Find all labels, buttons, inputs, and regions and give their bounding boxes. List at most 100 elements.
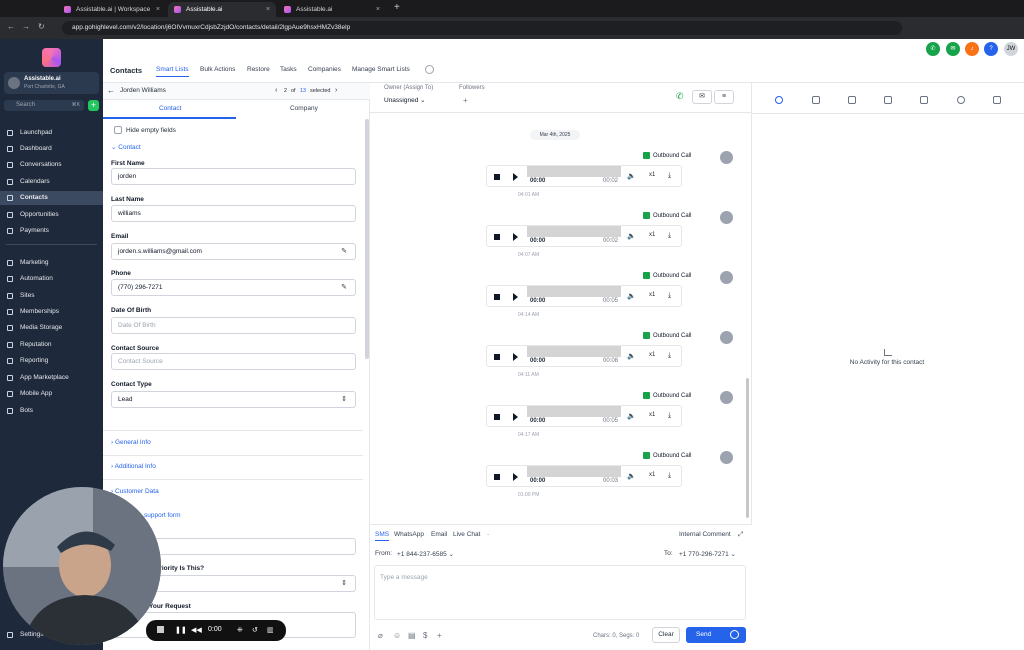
- dollar-icon[interactable]: $: [423, 631, 427, 640]
- speed-button[interactable]: x1: [649, 412, 655, 418]
- stop-icon[interactable]: [494, 234, 500, 240]
- volume-icon[interactable]: 🔈: [627, 412, 636, 420]
- attachment-icon[interactable]: ⌀: [378, 631, 383, 640]
- sidebar-item-dashboard[interactable]: Dashboard: [0, 142, 103, 156]
- sidebar-item-calendars[interactable]: Calendars: [0, 175, 103, 189]
- play-icon[interactable]: [513, 353, 518, 361]
- phone-field[interactable]: (770) 296-7271 ✎: [111, 279, 356, 296]
- internal-comment-tab[interactable]: Internal Comment: [679, 531, 731, 538]
- speed-button[interactable]: x1: [649, 352, 655, 358]
- browser-tab[interactable]: Assistable.ai ×: [168, 2, 276, 17]
- dob-field[interactable]: Date Of Birth: [111, 317, 356, 334]
- sidebar-item-media-storage[interactable]: Media Storage: [0, 321, 103, 335]
- stop-icon[interactable]: [494, 174, 500, 180]
- browser-tab[interactable]: Assistable.ai ×: [278, 2, 386, 17]
- section-customer-data[interactable]: › Customer Data: [111, 488, 159, 495]
- stop-icon[interactable]: [494, 474, 500, 480]
- sidebar-item-automation[interactable]: Automation: [0, 272, 103, 286]
- volume-icon[interactable]: 🔈: [627, 352, 636, 360]
- workflow-icon[interactable]: [993, 96, 1001, 104]
- pencil-icon[interactable]: ✎: [341, 280, 347, 295]
- progress-bar[interactable]: [527, 346, 621, 357]
- url-field[interactable]: app.gohighlevel.com/v2/location/j6OIVvmu…: [62, 21, 902, 35]
- gear-icon[interactable]: [425, 65, 434, 74]
- restart-icon[interactable]: ↺: [252, 626, 258, 634]
- phone-icon[interactable]: ✆: [676, 91, 684, 102]
- contact-source-field[interactable]: Contact Source: [111, 353, 356, 370]
- next-icon[interactable]: ›: [335, 87, 337, 94]
- sidebar-item-reporting[interactable]: Reporting: [0, 354, 103, 368]
- scrollbar[interactable]: [746, 378, 749, 518]
- tasks-icon[interactable]: [812, 96, 820, 104]
- more-tabs[interactable]: ·: [487, 531, 489, 538]
- contact-type-select[interactable]: Lead ⇕: [111, 391, 356, 408]
- sidebar-item-reputation[interactable]: Reputation: [0, 338, 103, 352]
- volume-icon[interactable]: 🔈: [627, 232, 636, 240]
- quick-add-button[interactable]: +: [88, 100, 99, 111]
- close-icon[interactable]: ×: [266, 2, 270, 17]
- add-follower-icon[interactable]: +: [463, 96, 468, 105]
- notes-icon[interactable]: [848, 96, 856, 104]
- play-icon[interactable]: [513, 293, 518, 301]
- document-icon[interactable]: ▤: [408, 631, 416, 640]
- section-general-info[interactable]: › General Info: [111, 439, 151, 446]
- tab-company[interactable]: Company: [290, 105, 318, 112]
- progress-bar[interactable]: [527, 166, 621, 177]
- megaphone-icon[interactable]: ✉: [946, 42, 960, 56]
- tab-contact[interactable]: Contact: [159, 105, 181, 112]
- grid-icon[interactable]: ⁜: [237, 626, 243, 634]
- tab-email[interactable]: Email: [431, 531, 447, 538]
- close-icon[interactable]: ×: [156, 2, 160, 17]
- scrollbar[interactable]: [365, 119, 369, 359]
- play-icon[interactable]: [513, 413, 518, 421]
- back-icon[interactable]: ←: [7, 22, 15, 31]
- hide-empty-checkbox[interactable]: [114, 126, 122, 134]
- filter-icon[interactable]: ≡: [714, 90, 734, 104]
- stop-icon[interactable]: [494, 294, 500, 300]
- download-icon[interactable]: ⤓: [668, 352, 671, 360]
- progress-bar[interactable]: [527, 466, 621, 477]
- download-icon[interactable]: ⤓: [668, 472, 671, 480]
- new-tab-icon[interactable]: +: [394, 2, 400, 13]
- rewind-icon[interactable]: ◀◀: [191, 626, 202, 634]
- forward-icon[interactable]: →: [22, 22, 30, 31]
- browser-tab[interactable]: Assistable.ai | Workspace ×: [58, 2, 166, 17]
- sidebar-item-payments[interactable]: Payments: [0, 224, 103, 238]
- documents-icon[interactable]: [920, 96, 928, 104]
- send-button[interactable]: Send: [686, 627, 746, 643]
- section-additional-info[interactable]: › Additional Info: [111, 463, 156, 470]
- download-icon[interactable]: ⤓: [668, 172, 671, 180]
- trash-icon[interactable]: ▥: [267, 626, 274, 634]
- play-icon[interactable]: [513, 473, 518, 481]
- sidebar-item-memberships[interactable]: Memberships: [0, 305, 103, 319]
- pencil-icon[interactable]: ✎: [341, 244, 347, 259]
- progress-bar[interactable]: [527, 286, 621, 297]
- speed-button[interactable]: x1: [649, 472, 655, 478]
- sidebar-item-app-marketplace[interactable]: App Marketplace: [0, 371, 103, 385]
- volume-icon[interactable]: 🔈: [627, 472, 636, 480]
- sidebar-item-opportunities[interactable]: Opportunities: [0, 208, 103, 222]
- sidebar-item-launchpad[interactable]: Launchpad: [0, 126, 103, 140]
- account-switcher[interactable]: Assistable.ai Port Charlotte, GA: [4, 72, 99, 94]
- first-name-field[interactable]: jorden: [111, 168, 356, 185]
- play-icon[interactable]: [513, 173, 518, 181]
- volume-icon[interactable]: 🔈: [627, 172, 636, 180]
- tab-whatsapp[interactable]: WhatsApp: [394, 531, 424, 538]
- email-icon[interactable]: ✉: [692, 90, 712, 104]
- progress-bar[interactable]: [527, 226, 621, 237]
- message-input[interactable]: Type a message: [374, 565, 746, 620]
- back-arrow-icon[interactable]: ←: [107, 86, 115, 95]
- download-icon[interactable]: ⤓: [668, 232, 671, 240]
- tab-restore[interactable]: Restore: [247, 66, 270, 73]
- stop-icon[interactable]: [494, 354, 500, 360]
- speed-button[interactable]: x1: [649, 292, 655, 298]
- sidebar-item-mobile-app[interactable]: Mobile App: [0, 387, 103, 401]
- payments-icon[interactable]: [957, 96, 965, 104]
- sidebar-item-marketing[interactable]: Marketing: [0, 256, 103, 270]
- section-contact[interactable]: ⌄ Contact: [111, 143, 141, 151]
- sidebar-item-conversations[interactable]: Conversations: [0, 158, 103, 172]
- to-number-select[interactable]: +1 770-296-7271 ⌄: [679, 550, 736, 558]
- search-input[interactable]: Search ⌘K: [4, 100, 84, 111]
- last-name-field[interactable]: williams: [111, 205, 356, 222]
- expand-icon[interactable]: ⤢: [738, 531, 743, 539]
